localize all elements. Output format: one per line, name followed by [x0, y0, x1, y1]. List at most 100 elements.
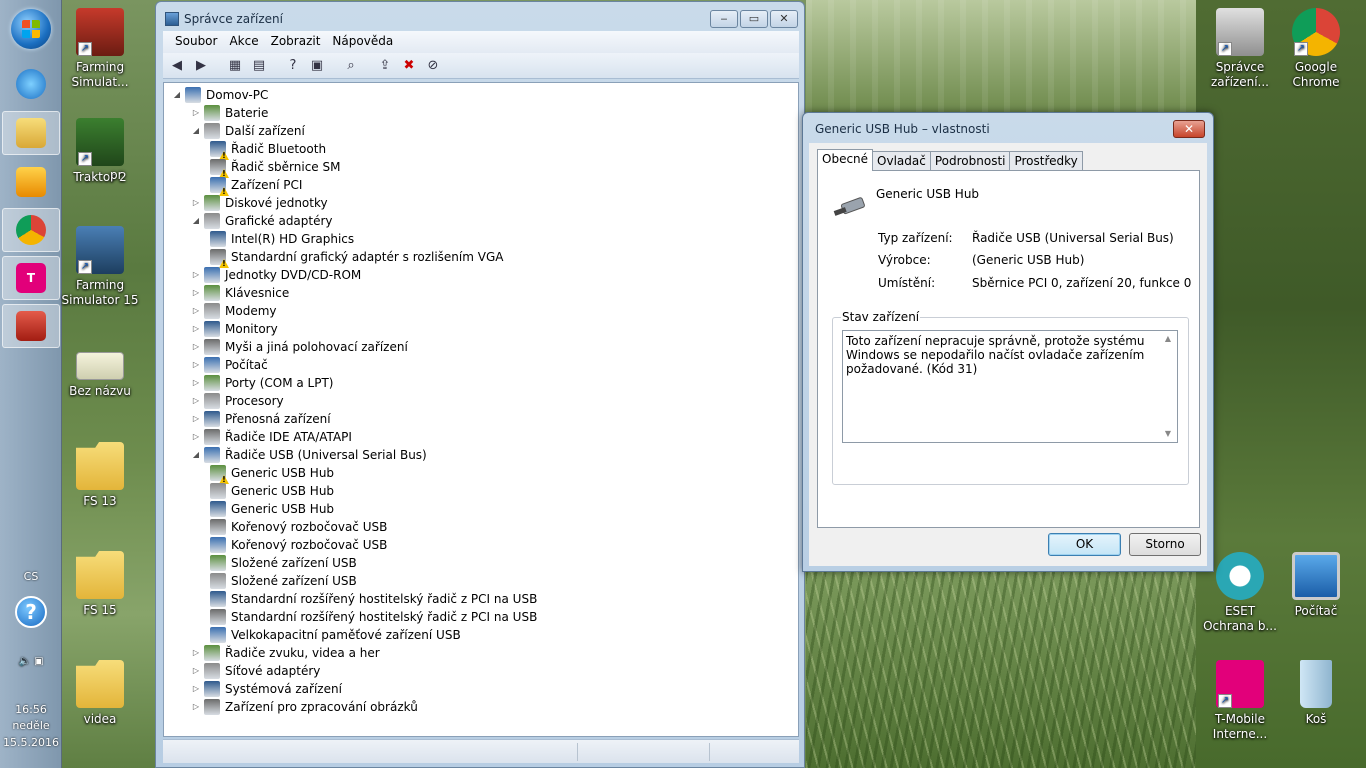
tray-icons[interactable]: 🔈 ▣: [0, 656, 62, 667]
expand-icon[interactable]: ▷: [191, 288, 201, 298]
tab-ovladac[interactable]: Ovladač: [872, 151, 931, 170]
tree-device[interactable]: Zařízení PCI: [210, 176, 302, 194]
expand-icon[interactable]: ▷: [191, 396, 201, 406]
taskbar-explorer[interactable]: [2, 111, 60, 155]
tree-category[interactable]: ▷ Diskové jednotky: [191, 194, 328, 212]
language-indicator[interactable]: CS: [0, 570, 62, 583]
expand-icon[interactable]: ▷: [191, 324, 201, 334]
taskbar-media-player[interactable]: [2, 160, 60, 204]
tree-category[interactable]: ▷ Řadiče zvuku, videa a her: [191, 644, 380, 662]
menu-akce[interactable]: Akce: [223, 31, 264, 53]
taskbar-chrome[interactable]: [2, 208, 60, 252]
expand-icon[interactable]: ▷: [191, 414, 201, 424]
expand-icon[interactable]: ▷: [191, 108, 201, 118]
taskbar-ie[interactable]: [2, 62, 60, 106]
desktop-icon-fs13[interactable]: FS 13: [60, 442, 140, 509]
help-icon[interactable]: ?: [15, 596, 47, 628]
tree-category[interactable]: ▷ Jednotky DVD/CD-ROM: [191, 266, 361, 284]
tree-category[interactable]: ◢ Další zařízení: [191, 122, 305, 140]
desktop-icon-bez-nazvu[interactable]: Bez názvu: [60, 352, 140, 399]
show-hide-console-tree-icon[interactable]: ▦: [225, 57, 245, 75]
scroll-up-icon[interactable]: ▲: [1165, 332, 1171, 346]
back-icon[interactable]: ◀: [167, 57, 187, 75]
expand-icon[interactable]: ▷: [191, 342, 201, 352]
desktop-icon-device-manager[interactable]: Správce zařízení...: [1200, 8, 1280, 90]
menu-napoveda[interactable]: Nápověda: [326, 31, 399, 53]
tree-category[interactable]: ▷ Myši a jiná polohovací zařízení: [191, 338, 408, 356]
tree-device[interactable]: Generic USB Hub: [210, 464, 334, 482]
maximize-button[interactable]: ▭: [740, 10, 768, 28]
tree-category[interactable]: ▷ Porty (COM a LPT): [191, 374, 333, 392]
collapse-icon[interactable]: ◢: [172, 90, 182, 100]
desktop-icon-partial[interactable]: pr: [110, 168, 150, 183]
desktop-icon-t-mobile[interactable]: T-Mobile Interne...: [1200, 660, 1280, 742]
tree-device[interactable]: Složené zařízení USB: [210, 572, 357, 590]
desktop-icon-videa[interactable]: videa: [60, 660, 140, 727]
forward-icon[interactable]: ▶: [191, 57, 211, 75]
action-pane-icon[interactable]: ▣: [307, 57, 327, 75]
desktop-icon-computer[interactable]: Počítač: [1276, 552, 1356, 619]
volume-icon[interactable]: 🔈: [18, 656, 30, 667]
tree-device[interactable]: Standardní rozšířený hostitelský řadič z…: [210, 608, 537, 626]
desktop-icon-farming-simulator[interactable]: Farming Simulat...: [60, 8, 140, 90]
properties-icon[interactable]: ▤: [249, 57, 269, 75]
tree-category[interactable]: ▷ Systémová zařízení: [191, 680, 342, 698]
desktop-icon-recycle-bin[interactable]: Koš: [1276, 660, 1356, 727]
start-button[interactable]: [11, 9, 51, 49]
expand-icon[interactable]: ▷: [191, 702, 201, 712]
tree-device[interactable]: Generic USB Hub: [210, 500, 334, 518]
expand-icon[interactable]: ▷: [191, 360, 201, 370]
tree-category[interactable]: ▷ Zařízení pro zpracování obrázků: [191, 698, 418, 716]
collapse-icon[interactable]: ◢: [191, 450, 201, 460]
tab-obecne[interactable]: Obecné: [817, 149, 874, 171]
device-status-text[interactable]: Toto zařízení nepracuje správně, protože…: [842, 330, 1178, 443]
clock-day[interactable]: neděle: [0, 719, 62, 732]
expand-icon[interactable]: ▷: [191, 198, 201, 208]
minimize-button[interactable]: ‒: [710, 10, 738, 28]
tree-device[interactable]: Řadič Bluetooth: [210, 140, 326, 158]
tree-category[interactable]: ▷ Klávesnice: [191, 284, 289, 302]
tree-device[interactable]: Intel(R) HD Graphics: [210, 230, 354, 248]
tree-device[interactable]: Kořenový rozbočovač USB: [210, 536, 387, 554]
desktop-icon-farming-simulator-15[interactable]: Farming Simulator 15: [60, 226, 140, 308]
tree-root[interactable]: ◢ Domov-PC: [172, 86, 268, 104]
tab-podrobnosti[interactable]: Podrobnosti: [929, 151, 1011, 170]
tree-category[interactable]: ▷ Modemy: [191, 302, 277, 320]
tree-category[interactable]: ◢ Grafické adaptéry: [191, 212, 333, 230]
scroll-down-icon[interactable]: ▼: [1165, 427, 1171, 441]
network-icon[interactable]: ▣: [34, 656, 43, 667]
tree-device[interactable]: Kořenový rozbočovač USB: [210, 518, 387, 536]
tree-category[interactable]: ▷ Počítač: [191, 356, 268, 374]
tree-device[interactable]: Generic USB Hub: [210, 482, 334, 500]
clock-date[interactable]: 15.5.2016: [0, 736, 62, 749]
tree-device[interactable]: Velkokapacitní paměťové zařízení USB: [210, 626, 461, 644]
tree-category[interactable]: ▷ Řadiče IDE ATA/ATAPI: [191, 428, 352, 446]
expand-icon[interactable]: ▷: [191, 684, 201, 694]
expand-icon[interactable]: ▷: [191, 378, 201, 388]
close-button[interactable]: ✕: [770, 10, 798, 28]
taskbar-device-manager[interactable]: [2, 304, 60, 348]
cancel-button[interactable]: Storno: [1129, 533, 1201, 556]
tree-device[interactable]: Standardní rozšířený hostitelský řadič z…: [210, 590, 537, 608]
menu-zobrazit[interactable]: Zobrazit: [265, 31, 327, 53]
expand-icon[interactable]: ▷: [191, 306, 201, 316]
tree-category[interactable]: ▷ Síťové adaptéry: [191, 662, 320, 680]
tree-device[interactable]: Složené zařízení USB: [210, 554, 357, 572]
tree-category[interactable]: ▷ Baterie: [191, 104, 268, 122]
expand-icon[interactable]: ▷: [191, 270, 201, 280]
close-icon[interactable]: ✕: [1173, 120, 1205, 138]
disable-icon[interactable]: ⊘: [423, 57, 443, 75]
tree-category[interactable]: ▷ Přenosná zařízení: [191, 410, 331, 428]
tree-device[interactable]: Standardní grafický adaptér s rozlišením…: [210, 248, 503, 266]
tree-category[interactable]: ▷ Procesory: [191, 392, 284, 410]
desktop-icon-chrome[interactable]: Google Chrome: [1276, 8, 1356, 90]
expand-icon[interactable]: ▷: [191, 432, 201, 442]
expand-icon[interactable]: ▷: [191, 666, 201, 676]
tree-category[interactable]: ▷ Monitory: [191, 320, 278, 338]
desktop-icon-fs15[interactable]: FS 15: [60, 551, 140, 618]
scan-hardware-icon[interactable]: ⌕: [341, 57, 361, 75]
tree-device[interactable]: Řadič sběrnice SM: [210, 158, 340, 176]
ok-button[interactable]: OK: [1048, 533, 1121, 556]
menu-soubor[interactable]: Soubor: [169, 31, 223, 53]
uninstall-icon[interactable]: ✖: [399, 57, 419, 75]
